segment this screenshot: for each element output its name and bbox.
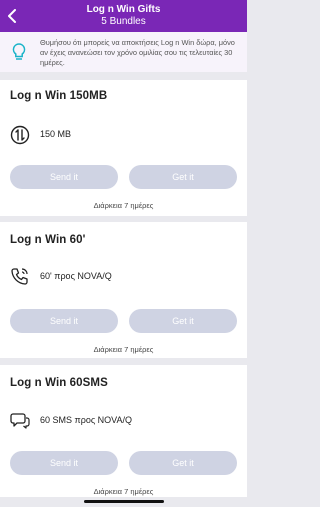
page-title: Log n Win Gifts	[86, 4, 161, 15]
bundle-count: 5 Bundles	[101, 16, 146, 27]
duration-label: Διάρκεια 7 ημέρες	[93, 201, 154, 210]
card-description: 150 MB	[40, 129, 72, 139]
info-text: Θυμήσου ότι μπορείς να αποκτήσεις Log n …	[40, 38, 235, 67]
duration-label: Διάρκεια 7 ημέρες	[93, 345, 154, 354]
duration-label: Διάρκεια 7 ημέρες	[93, 487, 154, 496]
back-arrow-icon[interactable]	[4, 6, 20, 26]
card-title: Log n Win 150MB	[10, 90, 108, 102]
bundle-card-60min: Log n Win 60' 60' προς NOVA/Q Send it Ge…	[0, 222, 247, 358]
phone-icon	[10, 266, 30, 286]
get-it-button[interactable]: Get it	[129, 165, 237, 189]
send-it-button[interactable]: Send it	[10, 165, 118, 189]
home-indicator[interactable]	[84, 500, 164, 503]
card-title: Log n Win 60SMS	[10, 377, 108, 389]
lightbulb-icon	[10, 42, 28, 62]
card-title: Log n Win 60'	[10, 234, 86, 246]
bundle-card-150mb: Log n Win 150MB 150 MB Send it Get it Δι…	[0, 80, 247, 216]
get-it-button[interactable]: Get it	[129, 309, 237, 333]
info-banner: Θυμήσου ότι μπορείς να αποκτήσεις Log n …	[0, 32, 247, 72]
chat-bubbles-icon	[10, 410, 30, 430]
data-arrows-icon	[10, 125, 30, 145]
card-description: 60' προς NOVA/Q	[40, 271, 112, 281]
top-bar: Log n Win Gifts 5 Bundles	[0, 0, 247, 32]
card-description: 60 SMS προς NOVA/Q	[40, 415, 133, 425]
get-it-button[interactable]: Get it	[129, 451, 237, 475]
bundle-card-60sms: Log n Win 60SMS 60 SMS προς NOVA/Q Send …	[0, 365, 247, 497]
send-it-button[interactable]: Send it	[10, 451, 118, 475]
send-it-button[interactable]: Send it	[10, 309, 118, 333]
